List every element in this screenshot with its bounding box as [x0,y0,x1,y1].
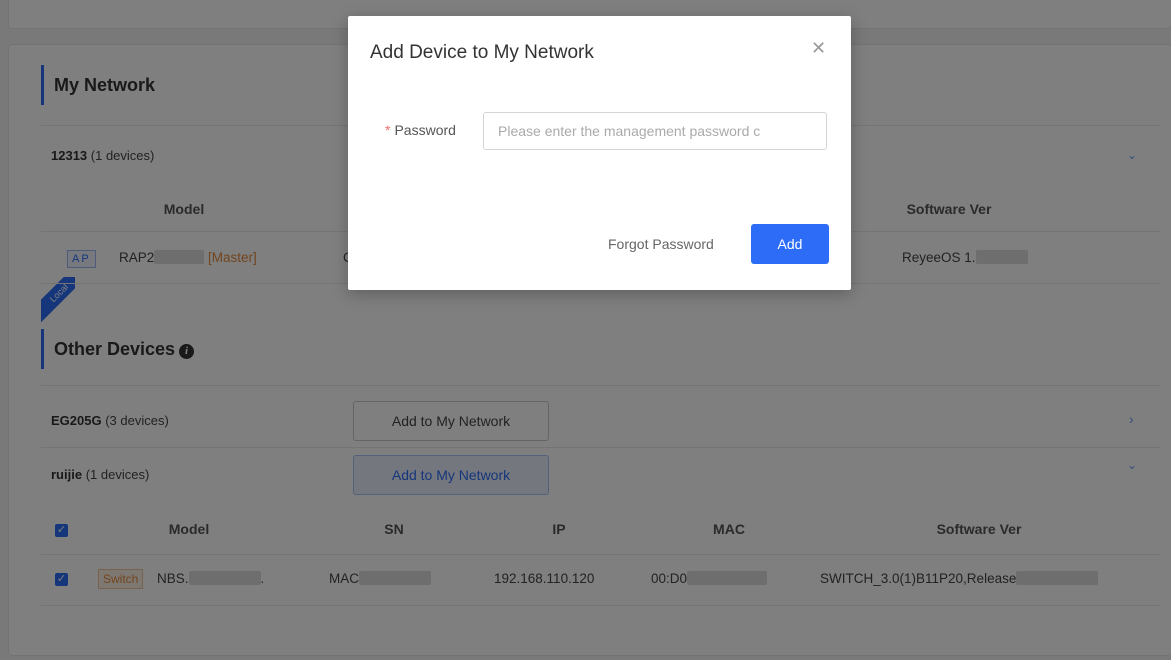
password-input[interactable] [483,112,827,150]
required-asterisk: * [385,122,391,138]
close-icon[interactable]: ✕ [811,38,826,59]
password-label: * Password [385,122,456,138]
password-label-text: Password [394,122,456,138]
forgot-password-link[interactable]: Forgot Password [608,236,714,252]
add-button[interactable]: Add [751,224,829,264]
add-device-modal: Add Device to My Network ✕ * Password For… [348,16,851,290]
modal-title: Add Device to My Network [370,42,594,63]
